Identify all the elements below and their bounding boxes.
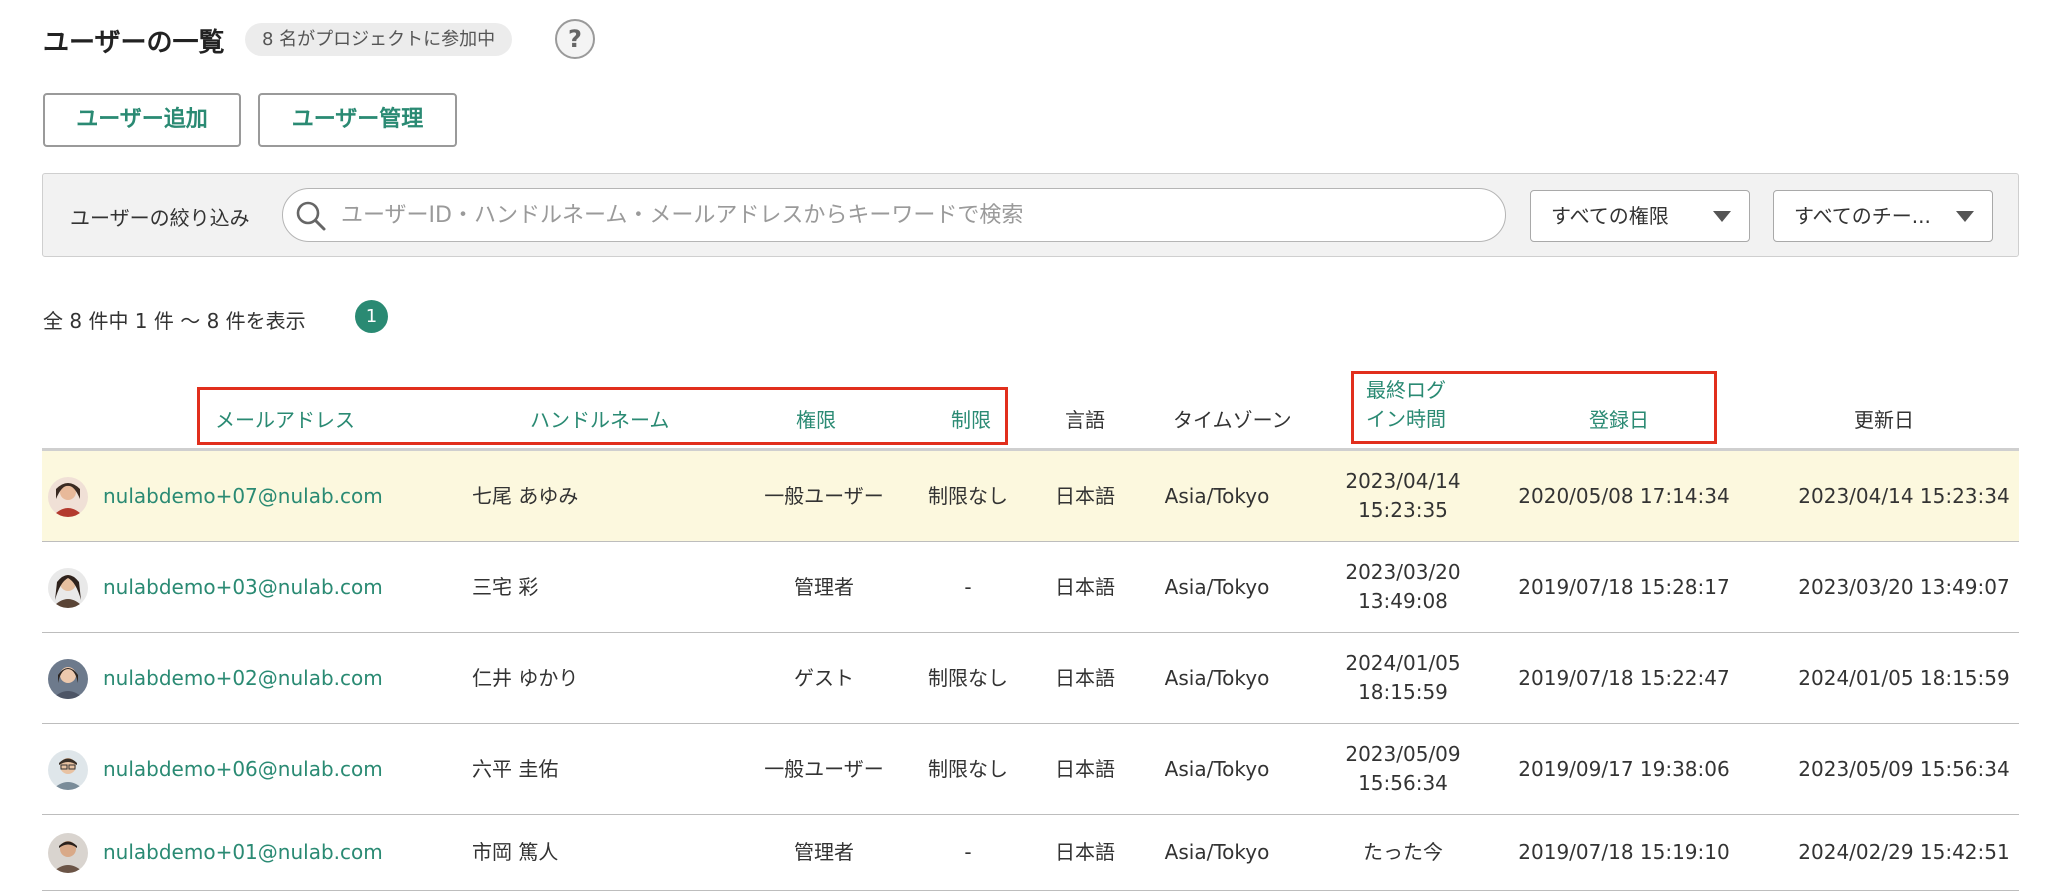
user-role: 管理者: [794, 840, 854, 864]
user-email-link[interactable]: nulabdemo+01@nulab.com: [103, 838, 383, 867]
user-email-link[interactable]: nulabdemo+06@nulab.com: [103, 755, 383, 784]
user-handle: 六平 圭佑: [472, 757, 559, 781]
user-email-link[interactable]: nulabdemo+02@nulab.com: [103, 664, 383, 693]
user-last-login: 2023/05/09 15:56:34: [1333, 740, 1473, 798]
user-timezone: Asia/Tokyo: [1164, 840, 1270, 864]
last-login-time: 18:15:59: [1358, 680, 1448, 704]
avatar: [48, 659, 88, 699]
last-login-date: たった今: [1363, 840, 1443, 864]
column-header-role[interactable]: 権限: [796, 406, 836, 435]
user-timezone: Asia/Tokyo: [1164, 575, 1270, 599]
avatar: [48, 568, 88, 608]
table-row[interactable]: nulabdemo+06@nulab.com 六平 圭佑 一般ユーザー 制限なし…: [42, 724, 2019, 815]
user-language: 日本語: [1055, 575, 1115, 599]
table-row[interactable]: nulabdemo+02@nulab.com 仁井 ゆかり ゲスト 制限なし 日…: [42, 633, 2019, 724]
user-handle: 市岡 篤人: [472, 840, 559, 864]
table-row[interactable]: nulabdemo+07@nulab.com 七尾 あゆみ 一般ユーザー 制限な…: [42, 451, 2019, 542]
last-login-time: 13:49:08: [1358, 589, 1448, 613]
column-header-timezone: タイムゾーン: [1173, 408, 1292, 432]
member-count-badge: 8 名がプロジェクトに参加中: [245, 23, 513, 56]
column-header-language: 言語: [1065, 408, 1105, 432]
last-login-time: 15:23:35: [1358, 498, 1448, 522]
manage-users-button[interactable]: ユーザー管理: [258, 93, 457, 147]
page-number-1[interactable]: 1: [355, 300, 388, 333]
user-registered: 2019/09/17 19:38:06: [1518, 757, 1730, 781]
user-restriction: -: [964, 575, 972, 599]
role-filter-value: すべての権限: [1551, 204, 1669, 228]
user-updated: 2024/01/05 18:15:59: [1798, 666, 2010, 690]
user-last-login: 2023/03/20 13:49:08: [1333, 558, 1473, 616]
user-timezone: Asia/Tokyo: [1164, 666, 1270, 690]
user-last-login: 2023/04/14 15:23:35: [1333, 467, 1473, 525]
user-handle: 七尾 あゆみ: [472, 484, 579, 508]
user-last-login: たった今: [1333, 838, 1473, 867]
last-login-date: 2023/04/14: [1345, 469, 1461, 493]
column-header-updated: 更新日: [1854, 408, 1914, 432]
user-restriction: 制限なし: [928, 484, 1008, 508]
user-updated: 2023/03/20 13:49:07: [1798, 575, 2010, 599]
last-login-time: 15:56:34: [1358, 771, 1448, 795]
search-icon: [296, 201, 326, 231]
table-row[interactable]: nulabdemo+01@nulab.com 市岡 篤人 管理者 - 日本語 A…: [42, 815, 2019, 891]
user-role: 一般ユーザー: [764, 757, 884, 781]
team-filter-value: すべてのチー...: [1794, 204, 1931, 228]
column-header-handle[interactable]: ハンドルネーム: [530, 406, 669, 435]
user-role: 一般ユーザー: [764, 484, 884, 508]
user-language: 日本語: [1055, 666, 1115, 690]
chevron-down-icon: [1956, 211, 1974, 222]
last-login-date: 2023/03/20: [1345, 560, 1461, 584]
table-row[interactable]: nulabdemo+03@nulab.com 三宅 彩 管理者 - 日本語 As…: [42, 542, 2019, 633]
user-updated: 2023/04/14 15:23:34: [1798, 484, 2010, 508]
avatar: [48, 750, 88, 790]
filter-label: ユーザーの絞り込み: [70, 206, 250, 230]
user-last-login: 2024/01/05 18:15:59: [1333, 649, 1473, 707]
user-registered: 2020/05/08 17:14:34: [1518, 484, 1730, 508]
search-input[interactable]: [341, 190, 1481, 240]
column-header-last-login[interactable]: 最終ログ イン時間: [1366, 376, 1446, 434]
last-login-date: 2023/05/09: [1345, 742, 1461, 766]
user-timezone: Asia/Tokyo: [1164, 757, 1270, 781]
column-header-restriction[interactable]: 制限: [951, 406, 991, 435]
column-header-email[interactable]: メールアドレス: [215, 406, 355, 435]
help-button[interactable]: ?: [555, 19, 595, 59]
search-box[interactable]: [282, 188, 1506, 242]
user-language: 日本語: [1055, 840, 1115, 864]
user-handle: 三宅 彩: [472, 575, 539, 599]
result-summary: 全 8 件中 1 件 〜 8 件を表示: [43, 309, 306, 333]
avatar: [48, 833, 88, 873]
user-role: 管理者: [794, 575, 854, 599]
role-filter-select[interactable]: すべての権限: [1530, 190, 1750, 242]
user-registered: 2019/07/18 15:22:47: [1518, 666, 1730, 690]
user-email-link[interactable]: nulabdemo+07@nulab.com: [103, 482, 383, 511]
page-title: ユーザーの一覧: [43, 28, 225, 58]
last-login-header-line2: イン時間: [1366, 407, 1446, 431]
user-email-link[interactable]: nulabdemo+03@nulab.com: [103, 573, 383, 602]
user-restriction: 制限なし: [928, 666, 1008, 690]
user-updated: 2024/02/29 15:42:51: [1798, 840, 2010, 864]
user-language: 日本語: [1055, 484, 1115, 508]
team-filter-select[interactable]: すべてのチー...: [1773, 190, 1993, 242]
user-language: 日本語: [1055, 757, 1115, 781]
user-handle: 仁井 ゆかり: [472, 666, 579, 690]
user-role: ゲスト: [794, 666, 854, 690]
user-registered: 2019/07/18 15:19:10: [1518, 840, 1730, 864]
user-updated: 2023/05/09 15:56:34: [1798, 757, 2010, 781]
column-header-registered[interactable]: 登録日: [1589, 406, 1649, 435]
user-timezone: Asia/Tokyo: [1164, 484, 1270, 508]
user-restriction: -: [964, 840, 972, 864]
chevron-down-icon: [1713, 211, 1731, 222]
add-user-button[interactable]: ユーザー追加: [43, 93, 241, 147]
user-restriction: 制限なし: [928, 757, 1008, 781]
user-filter-bar: ユーザーの絞り込み すべての権限 すべてのチー...: [42, 173, 2019, 257]
last-login-date: 2024/01/05: [1345, 651, 1461, 675]
last-login-header-line1: 最終ログ: [1366, 378, 1446, 402]
avatar: [48, 477, 88, 517]
user-registered: 2019/07/18 15:28:17: [1518, 575, 1730, 599]
